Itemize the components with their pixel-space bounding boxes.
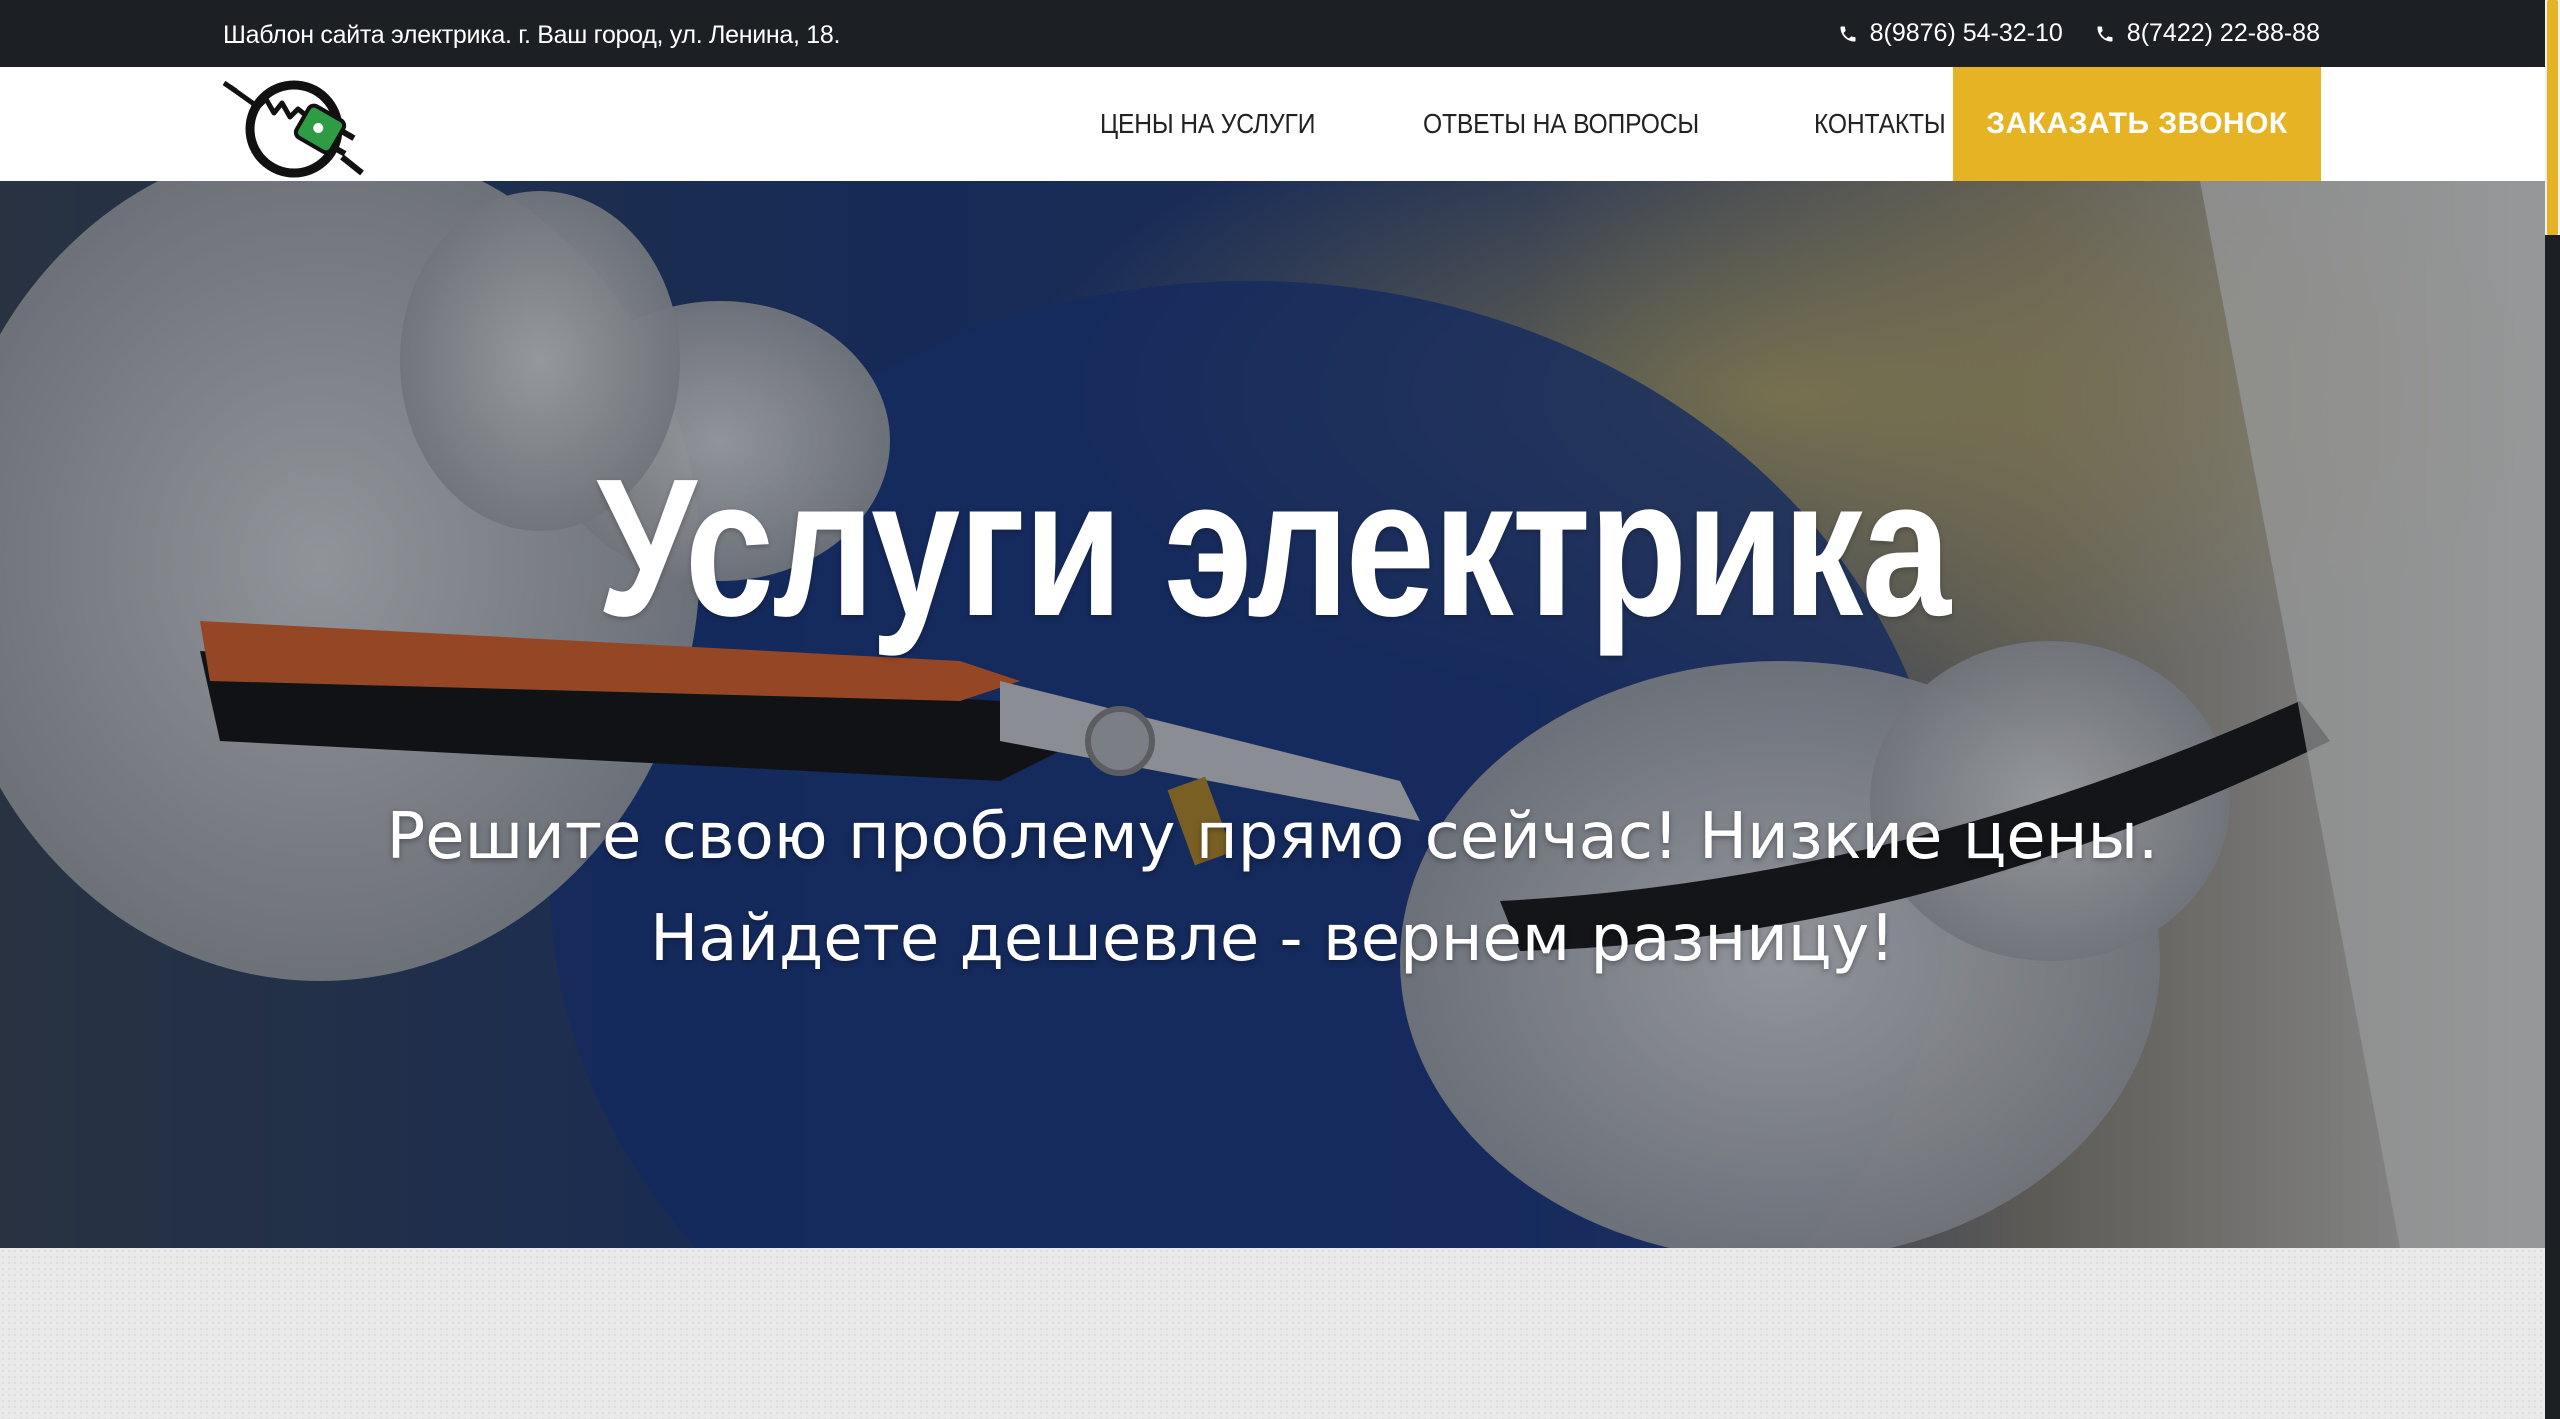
page-scrollbar[interactable] (2545, 0, 2560, 1419)
phone-list: 8(9876) 54-32-10 8(7422) 22-88-88 (1838, 0, 2320, 67)
scrollbar-thumb[interactable] (2547, 0, 2558, 235)
scrollbar-track (2545, 235, 2560, 1419)
order-call-button[interactable]: ЗАКАЗАТЬ ЗВОНОК (1953, 67, 2321, 181)
main-navigation: ЦЕНЫ НА УСЛУГИ ОТВЕТЫ НА ВОПРОСЫ КОНТАКТ… (1100, 67, 2042, 181)
hero-overlay (0, 181, 2545, 1248)
hero-subtitle-line2: Найдете дешевле - вернем разницу! (650, 902, 1895, 976)
phone-number: 8(9876) 54-32-10 (1869, 19, 2063, 47)
electric-plug-logo[interactable] (222, 73, 372, 179)
hero-subtitle: Решите свою проблему прямо сейчас! Низки… (0, 786, 2545, 990)
hero-title-text: Услуги электрика (596, 438, 1950, 657)
hero-title: Услуги электрика (0, 443, 2545, 653)
nav-link-faq[interactable]: ОТВЕТЫ НА ВОПРОСЫ (1423, 108, 1699, 140)
site-address: Шаблон сайта электрика. г. Ваш город, ул… (223, 21, 841, 49)
top-info-bar: Шаблон сайта электрика. г. Ваш город, ул… (0, 0, 2545, 67)
phone-icon (1840, 26, 1856, 41)
phone-number: 8(7422) 22-88-88 (2126, 19, 2320, 47)
phone-icon (2097, 26, 2113, 41)
hero-section: Услуги электрика Решите свою проблему пр… (0, 181, 2545, 1248)
nav-link-contacts[interactable]: КОНТАКТЫ (1814, 108, 1946, 140)
nav-link-prices[interactable]: ЦЕНЫ НА УСЛУГИ (1100, 108, 1315, 140)
next-section (0, 1248, 2545, 1419)
page: Шаблон сайта электрика. г. Ваш город, ул… (0, 0, 2560, 1419)
phone-item[interactable]: 8(9876) 54-32-10 (1838, 19, 2063, 48)
main-header: ЦЕНЫ НА УСЛУГИ ОТВЕТЫ НА ВОПРОСЫ КОНТАКТ… (0, 67, 2545, 181)
phone-item[interactable]: 8(7422) 22-88-88 (2095, 19, 2320, 48)
hero-subtitle-line1: Решите свою проблему прямо сейчас! Низки… (386, 800, 2159, 874)
